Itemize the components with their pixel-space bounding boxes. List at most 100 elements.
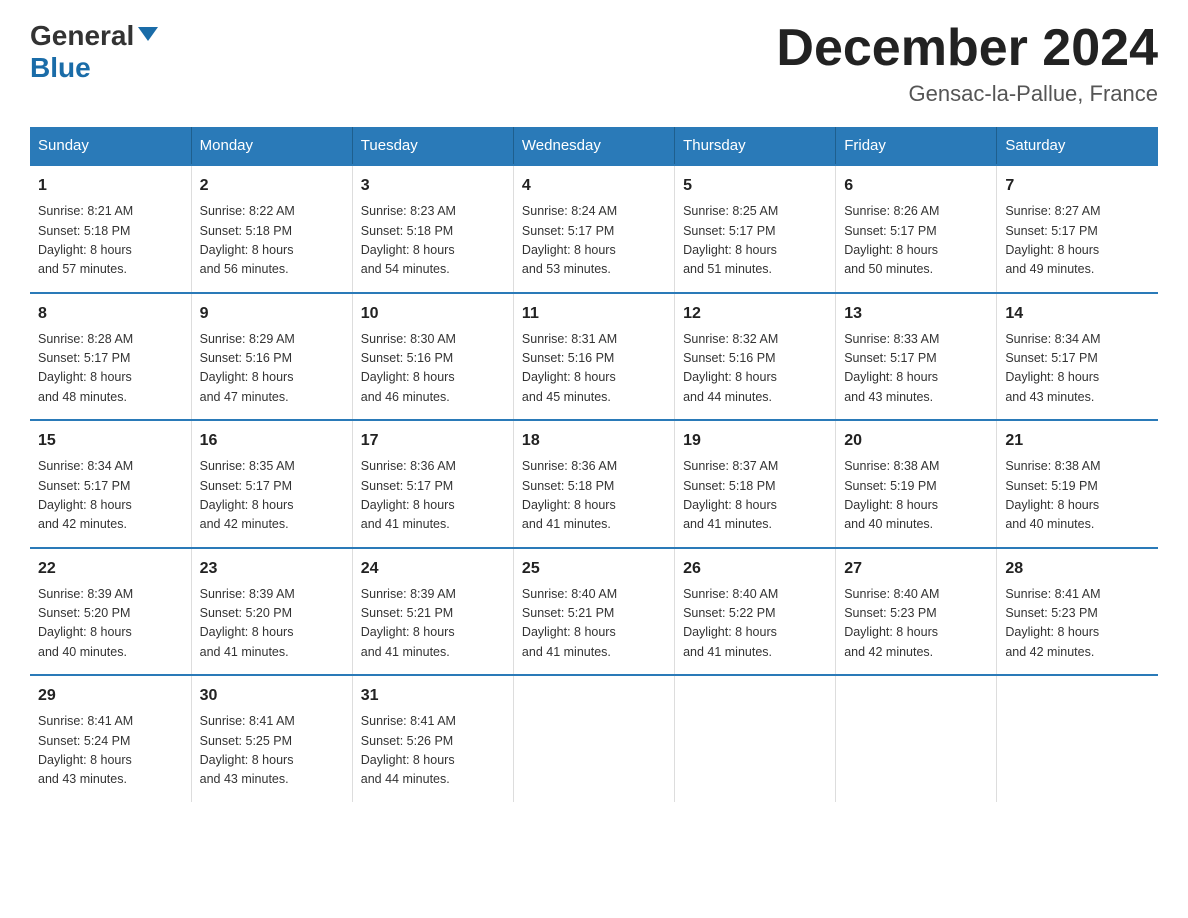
day-number: 21 bbox=[1005, 429, 1150, 453]
calendar-cell: 14 Sunrise: 8:34 AMSunset: 5:17 PMDayligh… bbox=[997, 293, 1158, 421]
calendar-cell: 30 Sunrise: 8:41 AMSunset: 5:25 PMDayligh… bbox=[191, 675, 352, 802]
day-info: Sunrise: 8:41 AMSunset: 5:25 PMDaylight:… bbox=[200, 712, 344, 790]
day-info: Sunrise: 8:40 AMSunset: 5:23 PMDaylight:… bbox=[844, 585, 988, 663]
day-number: 20 bbox=[844, 429, 988, 453]
calendar-cell bbox=[836, 675, 997, 802]
day-info: Sunrise: 8:39 AMSunset: 5:21 PMDaylight:… bbox=[361, 585, 505, 663]
day-info: Sunrise: 8:29 AMSunset: 5:16 PMDaylight:… bbox=[200, 330, 344, 408]
logo: General Blue bbox=[30, 20, 158, 84]
day-number: 29 bbox=[38, 684, 183, 708]
calendar-cell: 4 Sunrise: 8:24 AMSunset: 5:17 PMDaylight… bbox=[513, 165, 674, 293]
day-number: 22 bbox=[38, 557, 183, 581]
day-info: Sunrise: 8:27 AMSunset: 5:17 PMDaylight:… bbox=[1005, 202, 1150, 280]
day-number: 24 bbox=[361, 557, 505, 581]
day-number: 5 bbox=[683, 174, 827, 198]
calendar-cell: 27 Sunrise: 8:40 AMSunset: 5:23 PMDayligh… bbox=[836, 548, 997, 676]
day-number: 31 bbox=[361, 684, 505, 708]
calendar-cell: 26Sunrise: 8:40 AMSunset: 5:22 PMDayligh… bbox=[675, 548, 836, 676]
calendar-cell: 12 Sunrise: 8:32 AMSunset: 5:16 PMDayligh… bbox=[675, 293, 836, 421]
calendar-cell: 17Sunrise: 8:36 AMSunset: 5:17 PMDayligh… bbox=[352, 420, 513, 548]
day-number: 9 bbox=[200, 302, 344, 326]
day-info: Sunrise: 8:22 AMSunset: 5:18 PMDaylight:… bbox=[200, 202, 344, 280]
calendar-cell: 7 Sunrise: 8:27 AMSunset: 5:17 PMDaylight… bbox=[997, 165, 1158, 293]
calendar-cell: 8 Sunrise: 8:28 AMSunset: 5:17 PMDaylight… bbox=[30, 293, 191, 421]
location-label: Gensac-la-Pallue, France bbox=[776, 81, 1158, 107]
day-info: Sunrise: 8:32 AMSunset: 5:16 PMDaylight:… bbox=[683, 330, 827, 408]
calendar-cell: 22 Sunrise: 8:39 AMSunset: 5:20 PMDayligh… bbox=[30, 548, 191, 676]
day-number: 10 bbox=[361, 302, 505, 326]
calendar-cell: 24 Sunrise: 8:39 AMSunset: 5:21 PMDayligh… bbox=[352, 548, 513, 676]
calendar-cell bbox=[675, 675, 836, 802]
day-number: 23 bbox=[200, 557, 344, 581]
calendar-cell: 19 Sunrise: 8:37 AMSunset: 5:18 PMDayligh… bbox=[675, 420, 836, 548]
calendar-cell: 31 Sunrise: 8:41 AMSunset: 5:26 PMDayligh… bbox=[352, 675, 513, 802]
day-number: 13 bbox=[844, 302, 988, 326]
day-number: 7 bbox=[1005, 174, 1150, 198]
calendar-cell: 16Sunrise: 8:35 AMSunset: 5:17 PMDayligh… bbox=[191, 420, 352, 548]
day-number: 25 bbox=[522, 557, 666, 581]
day-number: 26 bbox=[683, 557, 827, 581]
day-info: Sunrise: 8:34 AMSunset: 5:17 PMDaylight:… bbox=[38, 457, 183, 535]
calendar-cell: 15Sunrise: 8:34 AMSunset: 5:17 PMDayligh… bbox=[30, 420, 191, 548]
day-number: 3 bbox=[361, 174, 505, 198]
logo-blue-text: Blue bbox=[30, 52, 158, 84]
weekday-header-friday: Friday bbox=[836, 127, 997, 165]
day-info: Sunrise: 8:41 AMSunset: 5:26 PMDaylight:… bbox=[361, 712, 505, 790]
calendar-cell: 20 Sunrise: 8:38 AMSunset: 5:19 PMDayligh… bbox=[836, 420, 997, 548]
weekday-header-monday: Monday bbox=[191, 127, 352, 165]
weekday-header-row: SundayMondayTuesdayWednesdayThursdayFrid… bbox=[30, 127, 1158, 165]
day-info: Sunrise: 8:41 AMSunset: 5:24 PMDaylight:… bbox=[38, 712, 183, 790]
day-info: Sunrise: 8:39 AMSunset: 5:20 PMDaylight:… bbox=[38, 585, 183, 663]
day-number: 4 bbox=[522, 174, 666, 198]
calendar-table: SundayMondayTuesdayWednesdayThursdayFrid… bbox=[30, 127, 1158, 802]
day-info: Sunrise: 8:34 AMSunset: 5:17 PMDaylight:… bbox=[1005, 330, 1150, 408]
calendar-cell: 9 Sunrise: 8:29 AMSunset: 5:16 PMDaylight… bbox=[191, 293, 352, 421]
day-info: Sunrise: 8:23 AMSunset: 5:18 PMDaylight:… bbox=[361, 202, 505, 280]
day-info: Sunrise: 8:24 AMSunset: 5:17 PMDaylight:… bbox=[522, 202, 666, 280]
day-number: 27 bbox=[844, 557, 988, 581]
day-info: Sunrise: 8:38 AMSunset: 5:19 PMDaylight:… bbox=[844, 457, 988, 535]
calendar-week-row: 22 Sunrise: 8:39 AMSunset: 5:20 PMDayligh… bbox=[30, 548, 1158, 676]
day-number: 19 bbox=[683, 429, 827, 453]
calendar-cell: 29 Sunrise: 8:41 AMSunset: 5:24 PMDayligh… bbox=[30, 675, 191, 802]
calendar-cell: 23 Sunrise: 8:39 AMSunset: 5:20 PMDayligh… bbox=[191, 548, 352, 676]
calendar-cell: 11Sunrise: 8:31 AMSunset: 5:16 PMDayligh… bbox=[513, 293, 674, 421]
calendar-cell: 10 Sunrise: 8:30 AMSunset: 5:16 PMDayligh… bbox=[352, 293, 513, 421]
month-title: December 2024 bbox=[776, 20, 1158, 77]
day-info: Sunrise: 8:21 AMSunset: 5:18 PMDaylight:… bbox=[38, 202, 183, 280]
day-info: Sunrise: 8:38 AMSunset: 5:19 PMDaylight:… bbox=[1005, 457, 1150, 535]
calendar-week-row: 29 Sunrise: 8:41 AMSunset: 5:24 PMDayligh… bbox=[30, 675, 1158, 802]
day-number: 12 bbox=[683, 302, 827, 326]
calendar-week-row: 8 Sunrise: 8:28 AMSunset: 5:17 PMDaylight… bbox=[30, 293, 1158, 421]
calendar-cell bbox=[513, 675, 674, 802]
logo-triangle-icon bbox=[138, 27, 158, 41]
day-info: Sunrise: 8:31 AMSunset: 5:16 PMDaylight:… bbox=[522, 330, 666, 408]
calendar-cell: 13 Sunrise: 8:33 AMSunset: 5:17 PMDayligh… bbox=[836, 293, 997, 421]
title-area: December 2024 Gensac-la-Pallue, France bbox=[776, 20, 1158, 107]
day-number: 14 bbox=[1005, 302, 1150, 326]
weekday-header-saturday: Saturday bbox=[997, 127, 1158, 165]
day-number: 8 bbox=[38, 302, 183, 326]
day-info: Sunrise: 8:30 AMSunset: 5:16 PMDaylight:… bbox=[361, 330, 505, 408]
calendar-cell: 3 Sunrise: 8:23 AMSunset: 5:18 PMDaylight… bbox=[352, 165, 513, 293]
calendar-cell: 5 Sunrise: 8:25 AMSunset: 5:17 PMDaylight… bbox=[675, 165, 836, 293]
page-header: General Blue December 2024 Gensac-la-Pal… bbox=[30, 20, 1158, 107]
day-number: 17 bbox=[361, 429, 505, 453]
day-info: Sunrise: 8:25 AMSunset: 5:17 PMDaylight:… bbox=[683, 202, 827, 280]
day-info: Sunrise: 8:35 AMSunset: 5:17 PMDaylight:… bbox=[200, 457, 344, 535]
day-info: Sunrise: 8:37 AMSunset: 5:18 PMDaylight:… bbox=[683, 457, 827, 535]
calendar-cell: 6Sunrise: 8:26 AMSunset: 5:17 PMDaylight… bbox=[836, 165, 997, 293]
day-info: Sunrise: 8:36 AMSunset: 5:18 PMDaylight:… bbox=[522, 457, 666, 535]
day-info: Sunrise: 8:28 AMSunset: 5:17 PMDaylight:… bbox=[38, 330, 183, 408]
calendar-cell: 28Sunrise: 8:41 AMSunset: 5:23 PMDayligh… bbox=[997, 548, 1158, 676]
day-number: 18 bbox=[522, 429, 666, 453]
day-number: 30 bbox=[200, 684, 344, 708]
calendar-cell: 18 Sunrise: 8:36 AMSunset: 5:18 PMDayligh… bbox=[513, 420, 674, 548]
weekday-header-tuesday: Tuesday bbox=[352, 127, 513, 165]
day-info: Sunrise: 8:26 AMSunset: 5:17 PMDaylight:… bbox=[844, 202, 988, 280]
calendar-week-row: 15Sunrise: 8:34 AMSunset: 5:17 PMDayligh… bbox=[30, 420, 1158, 548]
day-info: Sunrise: 8:33 AMSunset: 5:17 PMDaylight:… bbox=[844, 330, 988, 408]
calendar-cell bbox=[997, 675, 1158, 802]
weekday-header-sunday: Sunday bbox=[30, 127, 191, 165]
day-info: Sunrise: 8:39 AMSunset: 5:20 PMDaylight:… bbox=[200, 585, 344, 663]
